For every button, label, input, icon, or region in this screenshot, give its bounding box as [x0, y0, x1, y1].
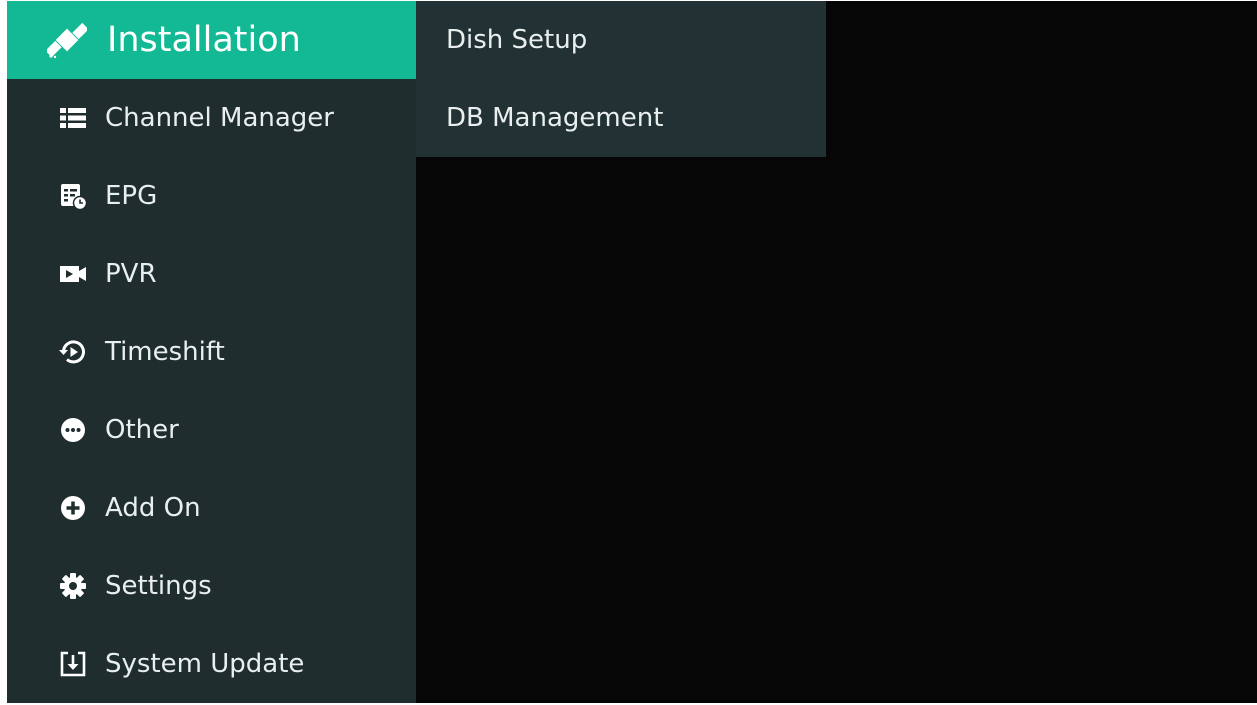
menu-item-settings[interactable]: Settings	[7, 547, 416, 625]
menu-item-epg[interactable]: EPG	[7, 157, 416, 235]
more-dots-icon	[58, 415, 88, 445]
menu-item-pvr[interactable]: PVR	[7, 235, 416, 313]
menu-item-label: PVR	[105, 259, 157, 289]
menu-item-label: Channel Manager	[105, 103, 334, 133]
menu-item-channel-manager[interactable]: Channel Manager	[7, 79, 416, 157]
menu-item-label: Add On	[105, 493, 201, 523]
submenu-item-db-management[interactable]: DB Management	[416, 79, 826, 157]
menu-item-other[interactable]: Other	[7, 391, 416, 469]
submenu-item-label: Dish Setup	[446, 25, 588, 55]
submenu-item-dish-setup[interactable]: Dish Setup	[416, 1, 826, 79]
menu-item-label: Settings	[105, 571, 212, 601]
menu-item-label: Timeshift	[105, 337, 225, 367]
main-menu-sidebar: Installation Channel Manager EPG PVR Tim…	[7, 1, 416, 703]
video-camera-icon	[58, 259, 88, 289]
menu-item-add-on[interactable]: Add On	[7, 469, 416, 547]
download-box-icon	[58, 649, 88, 679]
tv-screen: Installation Channel Manager EPG PVR Tim…	[7, 1, 1257, 703]
submenu-item-label: DB Management	[446, 103, 664, 133]
timeshift-icon	[58, 337, 88, 367]
menu-item-label: Other	[105, 415, 179, 445]
satellite-icon	[47, 20, 87, 60]
epg-schedule-icon	[58, 181, 88, 211]
list-icon	[58, 103, 88, 133]
gear-icon	[58, 571, 88, 601]
menu-item-label: EPG	[105, 181, 158, 211]
plus-circle-icon	[58, 493, 88, 523]
installation-submenu: Dish Setup DB Management	[416, 1, 826, 157]
menu-item-label: Installation	[107, 20, 301, 60]
menu-item-timeshift[interactable]: Timeshift	[7, 313, 416, 391]
menu-item-label: System Update	[105, 649, 305, 679]
menu-item-installation[interactable]: Installation	[7, 1, 416, 79]
menu-item-system-update[interactable]: System Update	[7, 625, 416, 703]
